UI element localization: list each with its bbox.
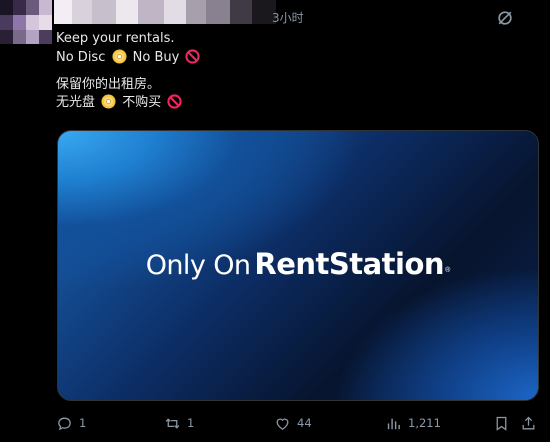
text-no-disc: No Disc xyxy=(56,50,106,65)
reply-count: 1 xyxy=(79,416,87,430)
repost-button[interactable]: 1 xyxy=(164,412,194,434)
views-chart-icon xyxy=(387,418,400,429)
share-icon xyxy=(522,416,535,429)
views-count: 1,211 xyxy=(408,416,441,430)
bookmark-icon xyxy=(496,416,507,431)
grok-icon[interactable] xyxy=(495,8,515,28)
prohibited-emoji xyxy=(185,49,201,64)
bookmark-button[interactable] xyxy=(493,412,510,434)
post-text-line: No Disc No Buy xyxy=(56,49,202,66)
registered-mark: ® xyxy=(445,267,451,274)
media-headline: Only On RentStation® xyxy=(58,247,538,281)
media-card[interactable]: Only On RentStation® xyxy=(57,130,539,401)
headline-prefix: Only On xyxy=(145,250,251,281)
repost-count: 1 xyxy=(187,416,195,430)
heart-icon xyxy=(276,418,289,430)
prohibited-emoji xyxy=(167,94,183,109)
post-text-line: 保留你的出租房。 xyxy=(56,76,160,93)
text-no-disc-cn: 无光盘 xyxy=(56,95,96,110)
text-keep-rentals-cn: 保留你的出租房。 xyxy=(56,77,161,92)
repost-icon xyxy=(165,417,180,429)
share-button[interactable] xyxy=(520,412,537,434)
like-button[interactable]: 44 xyxy=(274,412,312,434)
views-button[interactable]: 1,211 xyxy=(385,412,441,434)
brand-logo: RentStation xyxy=(254,247,445,281)
text-no-buy: No Buy xyxy=(132,50,180,65)
like-count: 44 xyxy=(297,416,312,430)
text-keep-rentals: Keep your rentals. xyxy=(56,31,175,46)
optical-disc-emoji xyxy=(101,94,116,109)
author-name[interactable] xyxy=(54,0,276,24)
reply-icon xyxy=(58,417,71,430)
avatar[interactable] xyxy=(0,0,52,44)
text-no-buy-cn: 不购买 xyxy=(122,95,162,110)
optical-disc-emoji xyxy=(111,49,127,64)
post-timestamp[interactable]: 3小时 xyxy=(272,9,304,26)
reply-button[interactable]: 1 xyxy=(56,412,86,434)
post-text-line: 无光盘 不购买 xyxy=(56,94,184,111)
post-text-line: Keep your rentals. xyxy=(56,30,175,47)
action-bar: 1 1 44 1,211 xyxy=(0,412,550,434)
post: 3小时 Keep your rentals. No Disc No Buy 保留… xyxy=(0,0,550,442)
